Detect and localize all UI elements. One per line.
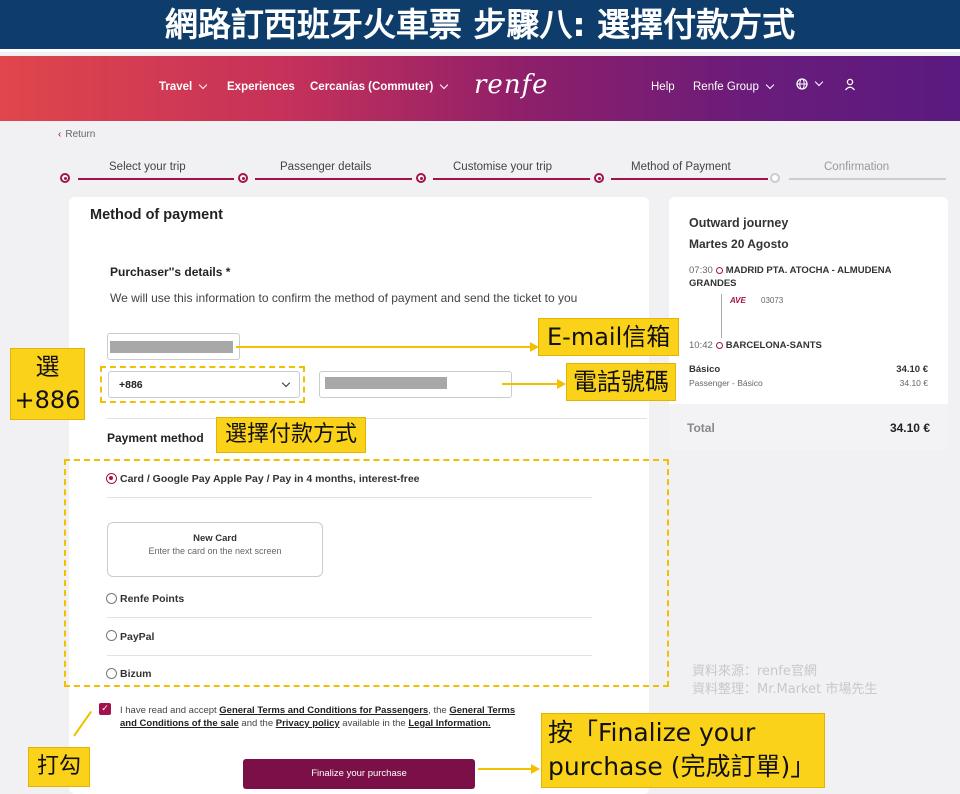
chevron-down-icon <box>199 80 208 90</box>
watermark-compiled: 資料整理：Mr.Market 市場先生 <box>692 682 878 697</box>
privacy-policy-link[interactable]: Privacy policy <box>276 718 340 729</box>
terms-text: I have read and accept General Terms and… <box>120 704 530 730</box>
fare-description-price: 34.10 € <box>899 378 928 388</box>
banner-title: 網路訂西班牙火車票 步驟八: 選擇付款方式 <box>164 5 796 44</box>
user-account-button[interactable] <box>844 78 856 94</box>
step-line <box>255 178 412 180</box>
step-line <box>78 178 234 180</box>
nav-travel-label: Travel <box>159 81 193 93</box>
total-price: 34.10 € <box>889 421 930 435</box>
train-brand-logo: AVE <box>730 296 746 305</box>
nav-travel[interactable]: Travel <box>159 80 208 93</box>
terms-text-4: available in the <box>339 718 409 729</box>
return-link[interactable]: ‹ Return <box>58 129 95 140</box>
arrow-line <box>478 768 532 770</box>
callout-email: E-mail信箱 <box>538 318 680 356</box>
arrow-line <box>502 383 558 385</box>
step-dot <box>770 173 780 183</box>
renfe-logo[interactable]: renfe <box>474 70 549 100</box>
fare-price: 34.10 € <box>896 364 928 375</box>
route-line <box>721 294 722 338</box>
summary-title: Outward journey <box>689 216 789 230</box>
fare-name: Básico <box>689 364 721 375</box>
step-method-payment: Method of Payment <box>631 161 731 173</box>
purchaser-heading: Purchaser''s details * <box>110 265 231 279</box>
purchaser-info: We will use this information to confirm … <box>110 291 578 305</box>
nav-renfe-group[interactable]: Renfe Group <box>693 80 775 93</box>
chevron-down-icon <box>765 80 775 90</box>
nav-experiences[interactable]: Experiences <box>227 81 295 93</box>
step-line <box>789 178 946 180</box>
watermark-source: 資料來源：renfe官網 <box>692 664 817 679</box>
nav-commuter[interactable]: Cercanías (Commuter) <box>310 80 449 93</box>
language-selector[interactable] <box>796 77 824 90</box>
nav-experiences-label: Experiences <box>227 81 295 93</box>
callout-finalize: 按「Finalize your purchase (完成訂單)」 <box>541 713 825 788</box>
nav-help-label: Help <box>651 81 675 93</box>
arrow-head-icon <box>531 764 540 774</box>
watermark: 資料來源：renfe官網 資料整理：Mr.Market 市場先生 <box>692 663 877 699</box>
globe-icon <box>796 78 808 90</box>
page-title: Method of payment <box>90 207 223 223</box>
payment-options-highlight <box>64 459 669 687</box>
legal-information-link[interactable]: Legal Information. <box>408 718 490 729</box>
callout-payment: 選擇付款方式 <box>216 417 367 453</box>
step-passenger-details: Passenger details <box>280 161 372 173</box>
chevron-down-icon <box>440 80 449 90</box>
train-number: 03073 <box>761 296 784 305</box>
nav-help[interactable]: Help <box>651 81 675 93</box>
summary-date: Martes 20 Agosto <box>689 237 789 251</box>
departure-row: 07:30 MADRID PTA. ATOCHA - ALMUDENA GRAND… <box>689 264 919 290</box>
arrow-line <box>236 346 531 348</box>
arrival-time: 10:42 <box>689 340 713 351</box>
location-pin-icon <box>715 342 723 349</box>
step-dot <box>238 173 248 183</box>
step-select-trip: Select your trip <box>109 161 186 173</box>
chevron-left-icon: ‹ <box>58 129 62 140</box>
arrival-row: 10:42 BARCELONA-SANTS <box>689 339 919 352</box>
email-redacted <box>110 341 233 353</box>
step-dot <box>594 173 604 183</box>
arrival-station: BARCELONA-SANTS <box>725 340 822 351</box>
divider <box>107 418 647 419</box>
site-navbar: Travel Experiences Cercanías (Commuter) … <box>0 56 960 121</box>
return-label: Return <box>65 129 96 140</box>
finalize-purchase-button[interactable]: Finalize your purchase <box>243 759 475 789</box>
user-icon <box>844 78 856 91</box>
location-pin-icon <box>715 267 723 274</box>
terms-text-2: , the <box>428 705 450 716</box>
terms-text-3: and the <box>238 718 276 729</box>
arrow-head-icon <box>530 342 539 352</box>
arrow-head-icon <box>557 379 566 389</box>
step-line <box>611 178 768 180</box>
departure-time: 07:30 <box>689 265 713 276</box>
phone-redacted <box>325 377 447 389</box>
country-code-highlight <box>100 366 305 403</box>
step-dot <box>416 173 426 183</box>
callout-phone: 電話號碼 <box>566 363 676 401</box>
nav-commuter-label: Cercanías (Commuter) <box>310 81 434 93</box>
fare-description: Passenger - Básico <box>689 378 763 388</box>
payment-method-heading: Payment method <box>107 431 204 445</box>
chevron-down-icon <box>814 77 824 87</box>
top-banner: 網路訂西班牙火車票 步驟八: 選擇付款方式 <box>0 0 960 52</box>
step-confirmation: Confirmation <box>824 161 890 173</box>
nav-renfe-group-label: Renfe Group <box>693 81 759 93</box>
total-label: Total <box>687 421 715 435</box>
step-line <box>433 178 590 180</box>
callout-tick: 打勾 <box>28 747 91 787</box>
terms-checkbox[interactable]: ✓ <box>99 703 111 715</box>
terms-text-1: I have read and accept <box>120 705 220 716</box>
callout-select-code: 選 +886 <box>10 348 85 420</box>
step-customise-trip: Customise your trip <box>453 161 553 173</box>
step-dot <box>60 173 70 183</box>
terms-link-passengers[interactable]: General Terms and Conditions for Passeng… <box>219 705 428 716</box>
